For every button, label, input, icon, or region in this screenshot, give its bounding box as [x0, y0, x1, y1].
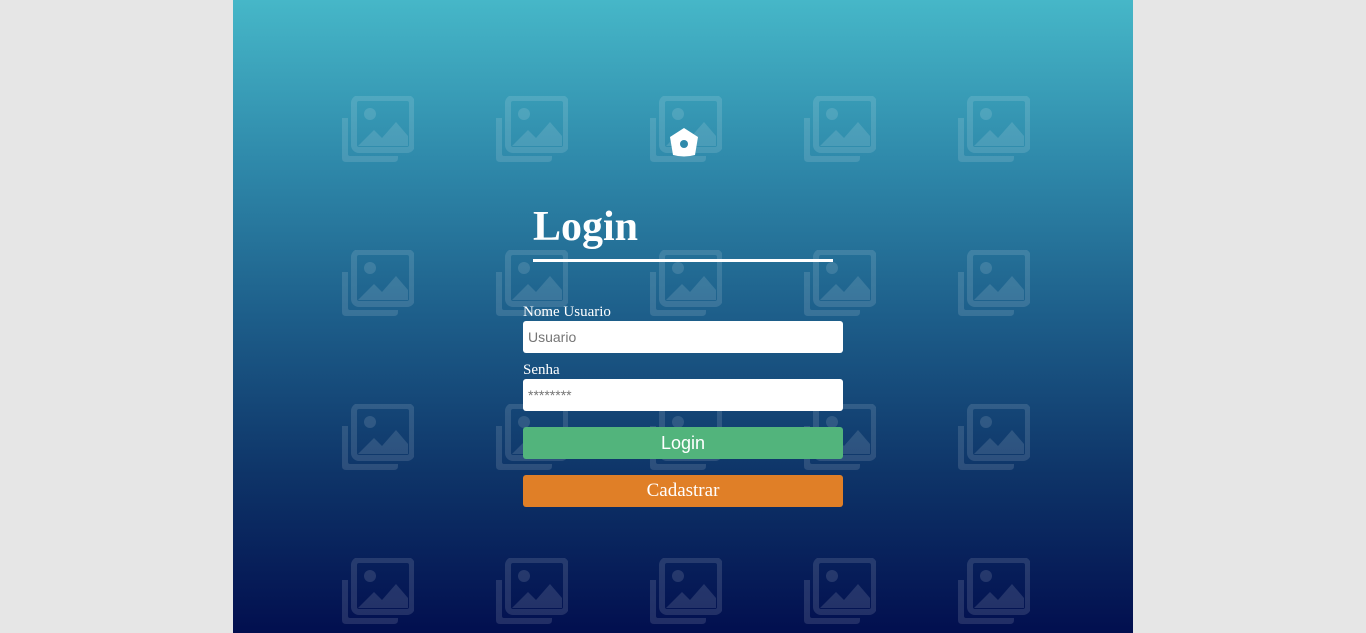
image-placeholder-icon [342, 96, 414, 162]
password-input[interactable] [523, 379, 843, 411]
image-placeholder-icon [804, 96, 876, 162]
register-button[interactable]: Cadastrar [523, 475, 843, 507]
username-input[interactable] [523, 321, 843, 353]
login-panel: Login Nome Usuario Senha Login Cadastrar [233, 0, 1133, 633]
image-placeholder-icon [496, 96, 568, 162]
image-placeholder-icon [496, 558, 568, 624]
login-button[interactable]: Login [523, 427, 843, 459]
title-underline [533, 259, 833, 262]
image-placeholder-icon [958, 96, 1030, 162]
image-placeholder-icon [342, 558, 414, 624]
image-placeholder-icon [958, 558, 1030, 624]
image-placeholder-icon [804, 558, 876, 624]
image-placeholder-icon [342, 404, 414, 470]
image-placeholder-icon [342, 250, 414, 316]
image-placeholder-icon [958, 250, 1030, 316]
image-placeholder-icon [958, 404, 1030, 470]
password-label: Senha [523, 362, 560, 378]
image-placeholder-icon [650, 558, 722, 624]
username-label: Nome Usuario [523, 304, 611, 320]
login-title: Login [533, 204, 639, 250]
home-icon[interactable] [669, 126, 699, 158]
